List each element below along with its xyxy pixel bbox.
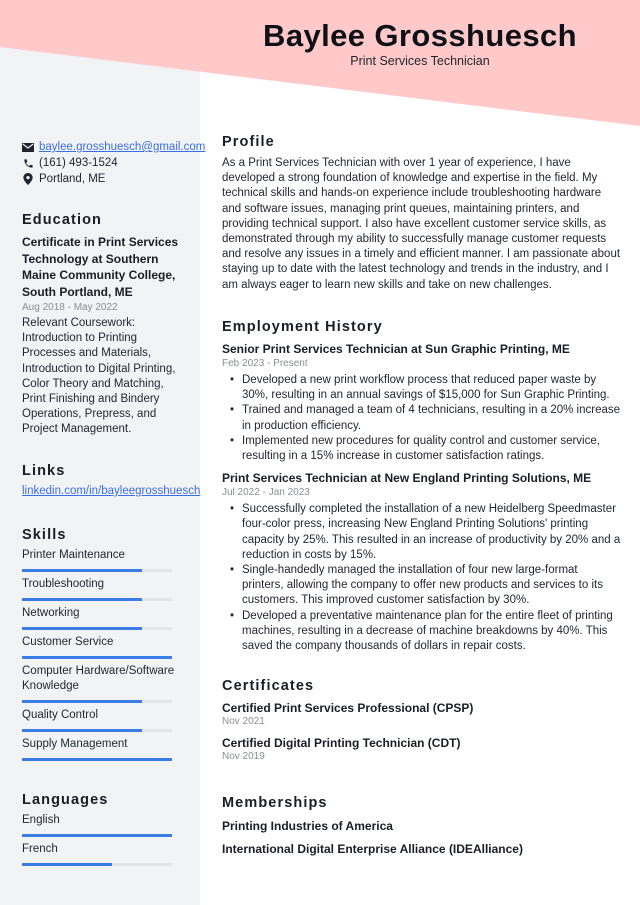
membership-item: Printing Industries of America — [222, 819, 393, 833]
language-level-fill — [22, 863, 112, 866]
skill-level-bar — [22, 700, 172, 703]
job-bullets: Successfully completed the installation … — [230, 502, 622, 654]
linkedin-link[interactable]: linkedin.com/in/bayleegrosshuesch — [22, 485, 200, 497]
job-title: Senior Print Services Technician at Sun … — [222, 342, 570, 356]
skill-item: Networking — [22, 606, 182, 630]
certificate-date: Nov 2021 — [222, 716, 265, 727]
certificate-name: Certified Digital Printing Technician (C… — [222, 736, 461, 750]
skill-level-fill — [22, 729, 142, 732]
language-label: French — [22, 843, 58, 855]
skill-label: Troubleshooting — [22, 578, 105, 590]
candidate-title: Print Services Technician — [350, 54, 490, 68]
memberships-heading: Memberships — [222, 795, 328, 811]
job-bullet: Trained and managed a team of 4 technici… — [230, 403, 622, 433]
skill-label: Customer Service — [22, 636, 114, 648]
job-bullet: Developed a new print workflow process t… — [230, 373, 622, 403]
language-label: English — [22, 814, 60, 826]
job-bullets: Developed a new print workflow process t… — [230, 373, 622, 464]
skill-item: Customer Service — [22, 635, 182, 659]
language-level-bar — [22, 834, 172, 837]
skill-level-fill — [22, 569, 142, 572]
education-section: Education Certificate in Print Services … — [22, 212, 182, 438]
language-level-bar — [22, 863, 172, 866]
profile-section: Profile As a Print Services Technician w… — [222, 134, 622, 293]
sidebar-background — [0, 0, 200, 905]
employment-section: Employment History Senior Print Services… — [222, 319, 622, 654]
job-bullet: Developed a preventative maintenance pla… — [230, 609, 622, 655]
employment-heading: Employment History — [222, 319, 383, 335]
certificates-list: Certified Print Services Professional (C… — [222, 700, 622, 762]
certificate-entry: Certified Print Services Professional (C… — [222, 700, 622, 727]
map-pin-icon — [22, 173, 34, 185]
email-link[interactable]: baylee.grosshuesch@gmail.com — [39, 141, 205, 153]
skill-level-bar — [22, 627, 172, 630]
links-section: Links linkedin.com/in/bayleegrosshuesch — [22, 463, 200, 497]
skill-item: Troubleshooting — [22, 577, 182, 601]
skill-item: Printer Maintenance — [22, 548, 182, 572]
job-title: Print Services Technician at New England… — [222, 471, 592, 486]
skill-level-bar — [22, 598, 172, 601]
skill-level-bar — [22, 656, 172, 659]
memberships-list: Printing Industries of America Internatio… — [222, 818, 622, 857]
languages-heading: Languages — [22, 792, 109, 808]
education-dates: Aug 2018 - May 2022 — [22, 302, 118, 313]
profile-text: As a Print Services Technician with over… — [222, 157, 621, 291]
certificates-heading: Certificates — [222, 678, 315, 694]
certificate-date: Nov 2019 — [222, 751, 265, 762]
languages-list: English French — [22, 813, 182, 866]
phone-icon — [22, 157, 34, 169]
job-dates: Feb 2023 - Present — [222, 358, 308, 369]
skills-section: Skills Printer Maintenance Troubleshootin… — [22, 527, 182, 761]
skill-label: Computer Hardware/Software Knowledge — [22, 665, 175, 692]
location-text: Portland, ME — [39, 173, 106, 185]
education-heading: Education — [22, 212, 102, 228]
envelope-icon — [22, 141, 34, 153]
certificate-name: Certified Print Services Professional (C… — [222, 701, 474, 715]
contact-phone: (161) 493-1524 — [22, 155, 182, 171]
job-dates: Jul 2022 - Jan 2023 — [222, 487, 310, 499]
profile-heading: Profile — [222, 134, 275, 150]
contact-location: Portland, ME — [22, 171, 182, 187]
language-level-fill — [22, 834, 172, 837]
candidate-name: Baylee Grosshuesch — [263, 18, 577, 53]
skill-item: Quality Control — [22, 708, 182, 732]
job-entry: Senior Print Services Technician at Sun … — [222, 341, 622, 464]
skill-level-bar — [22, 569, 172, 572]
job-bullet: Implemented new procedures for quality c… — [230, 434, 622, 464]
contact-info: baylee.grosshuesch@gmail.com (161) 493-1… — [22, 139, 205, 187]
skill-item: Supply Management — [22, 737, 182, 761]
skill-level-fill — [22, 656, 172, 659]
skill-level-fill — [22, 758, 172, 761]
jobs-list: Senior Print Services Technician at Sun … — [222, 341, 622, 654]
skill-label: Quality Control — [22, 709, 99, 721]
links-heading: Links — [22, 463, 66, 479]
contact-email: baylee.grosshuesch@gmail.com — [22, 139, 205, 155]
skill-level-bar — [22, 729, 172, 732]
memberships-section: Memberships Printing Industries of Ameri… — [222, 795, 622, 857]
education-description: Relevant Coursework: Introduction to Pri… — [22, 317, 176, 436]
skill-label: Networking — [22, 607, 80, 619]
phone-number: (161) 493-1524 — [39, 157, 118, 169]
language-item: French — [22, 842, 182, 866]
skill-level-fill — [22, 700, 142, 703]
skills-heading: Skills — [22, 527, 67, 543]
skill-item: Computer Hardware/Software Knowledge — [22, 664, 182, 703]
job-bullet: Successfully completed the installation … — [230, 502, 622, 563]
skill-level-fill — [22, 627, 142, 630]
certificate-entry: Certified Digital Printing Technician (C… — [222, 735, 622, 762]
membership-item: International Digital Enterprise Allianc… — [222, 842, 523, 856]
certificates-section: Certificates Certified Print Services Pr… — [222, 678, 622, 762]
languages-section: Languages English French — [22, 792, 182, 866]
job-entry: Print Services Technician at New England… — [222, 470, 622, 654]
job-bullet: Single-handedly managed the installation… — [230, 563, 622, 609]
skill-label: Printer Maintenance — [22, 549, 125, 561]
skill-level-fill — [22, 598, 142, 601]
language-item: English — [22, 813, 182, 837]
skills-list: Printer Maintenance Troubleshooting Networ… — [22, 548, 182, 761]
education-degree: Certificate in Print Services Technology… — [22, 235, 179, 299]
skill-label: Supply Management — [22, 738, 128, 750]
skill-level-bar — [22, 758, 172, 761]
